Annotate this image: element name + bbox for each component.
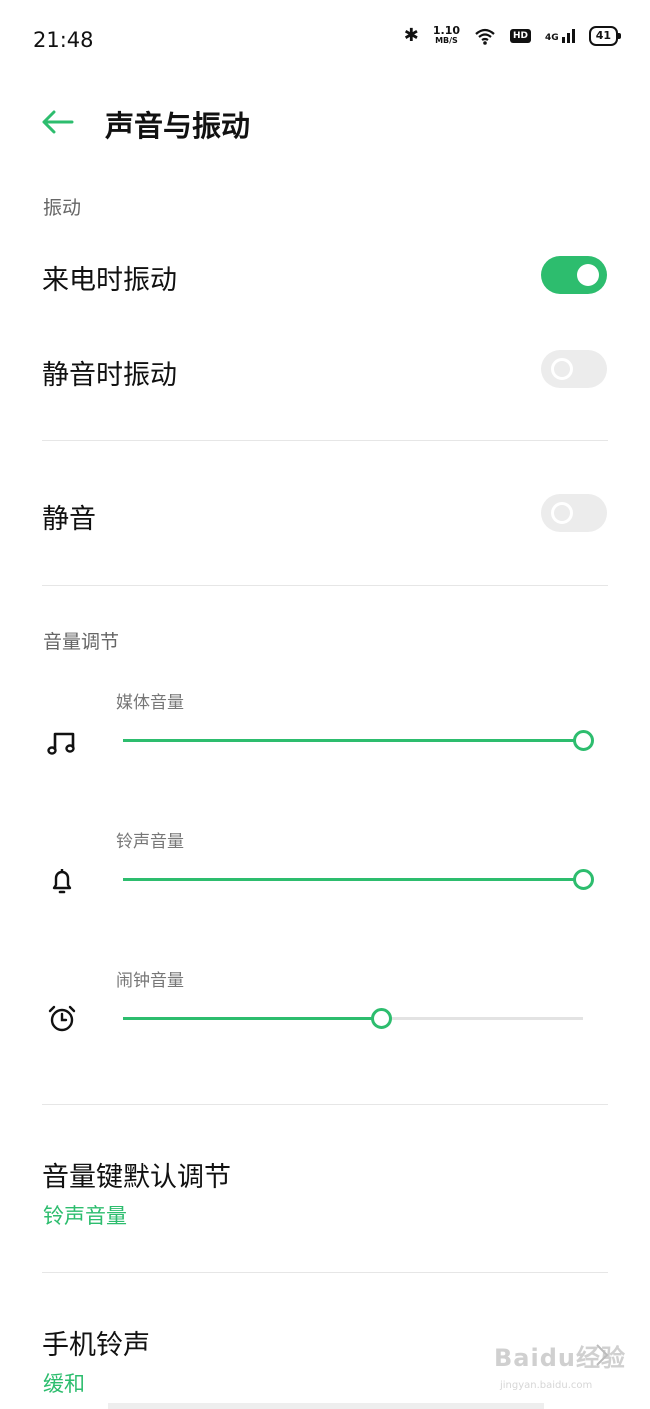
ring-vibrate-label: 来电时振动 <box>42 265 177 296</box>
wifi-icon <box>475 28 495 45</box>
signal-icon: 4G <box>545 29 575 43</box>
status-icons: ✱ 1.10 MB/S HD 4G 41 <box>403 24 622 46</box>
alarm-volume-slider[interactable] <box>123 1008 583 1029</box>
hd-icon: HD <box>510 29 532 43</box>
battery-icon: 41 <box>588 26 622 46</box>
volume-key-value: 铃声音量 <box>43 1204 127 1228</box>
back-arrow-icon[interactable] <box>38 102 78 142</box>
bell-icon <box>52 869 72 894</box>
alarm-volume-label: 闹钟音量 <box>116 971 184 991</box>
divider <box>42 1104 608 1105</box>
bottom-bar <box>108 1403 544 1409</box>
mute-toggle[interactable] <box>541 494 607 532</box>
section-label-vibration: 振动 <box>43 197 82 219</box>
status-time: 21:48 <box>33 28 94 52</box>
ringtone-label[interactable]: 手机铃声 <box>42 1323 150 1362</box>
divider <box>42 440 608 441</box>
ringtone-volume-thumb[interactable] <box>573 869 594 890</box>
watermark-sub: jingyan.baidu.com <box>500 1380 593 1391</box>
divider <box>42 1272 608 1273</box>
alarm-volume-thumb[interactable] <box>370 1008 392 1029</box>
chevron-right-icon[interactable] <box>592 1340 612 1370</box>
silent-vibrate-label: 静音时振动 <box>42 360 177 391</box>
silent-vibrate-toggle[interactable] <box>541 350 607 388</box>
music-note-icon <box>47 732 75 755</box>
section-label-volume: 音量调节 <box>43 631 120 653</box>
divider <box>42 585 608 586</box>
network-speed: 1.10 MB/S <box>432 24 461 45</box>
page-title: 声音与振动 <box>105 109 251 143</box>
alarm-clock-icon <box>48 1005 76 1032</box>
bluetooth-icon: ✱ <box>403 25 419 46</box>
media-volume-thumb[interactable] <box>573 730 594 751</box>
mute-label: 静音 <box>42 504 96 535</box>
ringtone-volume-slider[interactable] <box>123 869 594 890</box>
media-volume-slider[interactable] <box>123 730 594 751</box>
media-volume-label: 媒体音量 <box>116 693 184 713</box>
ringtone-volume-label: 铃声音量 <box>116 832 184 852</box>
ringtone-value: 缓和 <box>43 1372 85 1396</box>
ring-vibrate-toggle[interactable] <box>541 256 607 294</box>
volume-key-label[interactable]: 音量键默认调节 <box>42 1155 231 1194</box>
